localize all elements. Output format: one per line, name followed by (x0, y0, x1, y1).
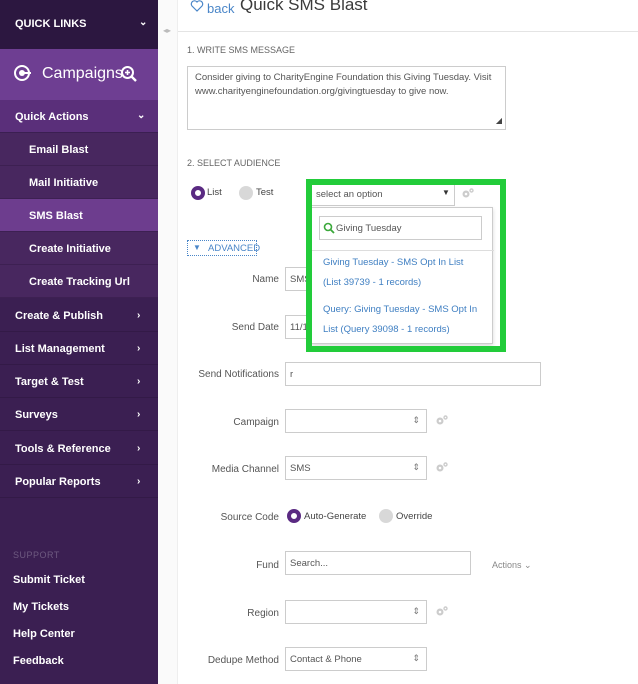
fund-placeholder: Search... (290, 558, 329, 569)
sidebar-item-label: Create Tracking Url (29, 276, 130, 288)
highlight-box (306, 179, 506, 352)
region-label: Region (247, 608, 279, 619)
updown-caret-icon: ⇕ (412, 606, 420, 616)
campaign-select[interactable]: ⇕ (285, 409, 427, 433)
support-heading: SUPPORT (13, 550, 60, 560)
chevron-right-icon: › (137, 476, 141, 487)
sidebar-item-create-initiative[interactable]: Create Initiative (0, 232, 158, 265)
audience-test-label: Test (256, 187, 274, 198)
sidebar-item-surveys[interactable]: Surveys › (0, 398, 158, 431)
header-divider (178, 31, 638, 32)
chevron-right-icon: › (137, 443, 141, 454)
sidebar-item-list-management[interactable]: List Management › (0, 332, 158, 365)
send-notifications-value: r (290, 369, 294, 380)
region-select[interactable]: ⇕ (285, 600, 427, 624)
chevron-down-icon: ⌄ (139, 17, 148, 28)
sidebar-item-popular-reports[interactable]: Popular Reports › (0, 465, 158, 498)
dedupe-method-select[interactable]: Contact & Phone ⇕ (285, 647, 427, 671)
name-label: Name (252, 274, 279, 285)
source-override-label: Override (396, 511, 433, 522)
campaigns-title: Campaigns (42, 65, 123, 82)
actions-dropdown[interactable]: Actions ⌄ (492, 560, 532, 571)
send-date-label: Send Date (231, 322, 279, 333)
sidebar-item-label: Mail Initiative (29, 177, 99, 189)
quick-actions-label: Quick Actions (15, 111, 89, 123)
sidebar-resize-handle[interactable]: ◂▸ (158, 0, 178, 684)
resize-grip-icon[interactable]: ◢ (496, 114, 502, 128)
sidebar-item-label: Email Blast (29, 144, 89, 156)
chevron-right-icon: › (137, 310, 141, 321)
source-auto-radio[interactable] (287, 509, 301, 523)
gear-icon[interactable] (435, 461, 449, 475)
audience-test-radio[interactable] (239, 186, 253, 200)
advanced-toggle[interactable]: ▼ ADVANCED (187, 240, 261, 256)
back-link[interactable]: back (207, 1, 234, 16)
step2-label: 2. SELECT AUDIENCE (187, 158, 281, 168)
chevron-down-icon: ⌄ (137, 110, 146, 121)
quick-links-label: QUICK LINKS (15, 18, 87, 30)
source-auto-label: Auto-Generate (304, 511, 367, 522)
sidebar-item-label: Create & Publish (15, 310, 104, 322)
heart-icon[interactable] (190, 0, 204, 13)
sidebar-item-create-publish[interactable]: Create & Publish › (0, 299, 158, 332)
step1-label: 1. WRITE SMS MESSAGE (187, 45, 296, 55)
updown-caret-icon: ⇕ (412, 415, 420, 425)
chevron-down-icon: ⌄ (524, 560, 532, 570)
zoom-in-icon[interactable] (120, 65, 138, 83)
chevron-right-icon: › (137, 343, 141, 354)
sidebar-item-create-tracking-url[interactable]: Create Tracking Url (0, 265, 158, 298)
sidebar-item-label: List Management (15, 343, 105, 355)
advanced-label: ADVANCED (208, 243, 261, 254)
sidebar-item-mail-initiative[interactable]: Mail Initiative (0, 166, 158, 199)
support-link-feedback[interactable]: Feedback (13, 655, 64, 667)
chevron-right-icon: › (137, 409, 141, 420)
campaigns-icon (14, 65, 31, 81)
media-channel-select[interactable]: SMS ⇕ (285, 456, 427, 480)
sidebar-item-label: Popular Reports (15, 476, 101, 488)
sidebar-item-label: Target & Test (15, 376, 84, 388)
fund-search-input[interactable]: Search... (285, 551, 471, 575)
updown-caret-icon: ⇕ (412, 462, 420, 472)
sidebar-item-target-test[interactable]: Target & Test › (0, 365, 158, 398)
triangle-down-icon: ▼ (193, 243, 201, 252)
audience-list-radio[interactable] (191, 186, 205, 200)
audience-list-label: List (207, 187, 222, 198)
quick-links-header[interactable]: QUICK LINKS ⌄ (0, 0, 158, 49)
sidebar-item-quick-actions[interactable]: Quick Actions ⌄ (0, 100, 158, 132)
updown-caret-icon: ⇕ (412, 653, 420, 663)
media-channel-value: SMS (290, 463, 311, 474)
support-link-submit-ticket[interactable]: Submit Ticket (13, 574, 85, 586)
chevron-right-icon: › (137, 376, 141, 387)
send-notifications-input[interactable]: r (285, 362, 541, 386)
gear-icon[interactable] (435, 605, 449, 619)
source-override-radio[interactable] (379, 509, 393, 523)
sms-message-textarea[interactable]: Consider giving to CharityEngine Foundat… (187, 66, 506, 130)
support-link-help-center[interactable]: Help Center (13, 628, 75, 640)
source-code-label: Source Code (220, 512, 279, 523)
sidebar-item-label: Create Initiative (29, 243, 111, 255)
sidebar: QUICK LINKS ⌄ Campaigns Quick Actions ⌄ … (0, 0, 158, 684)
sidebar-item-email-blast[interactable]: Email Blast (0, 133, 158, 166)
dedupe-method-value: Contact & Phone (290, 654, 362, 665)
sidebar-item-tools-reference[interactable]: Tools & Reference › (0, 432, 158, 465)
sms-message-text: Consider giving to CharityEngine Foundat… (195, 72, 492, 97)
dedupe-method-label: Dedupe Method (207, 655, 279, 666)
support-link-my-tickets[interactable]: My Tickets (13, 601, 69, 613)
sidebar-item-label: Tools & Reference (15, 443, 111, 455)
fund-label: Fund (256, 560, 279, 571)
gear-icon[interactable] (435, 414, 449, 428)
campaign-label: Campaign (233, 417, 279, 428)
actions-label: Actions (492, 560, 522, 570)
campaigns-section-header[interactable]: Campaigns (0, 49, 158, 100)
media-channel-label: Media Channel (211, 464, 279, 475)
page-title: Quick SMS Blast (240, 0, 368, 14)
resize-arrows-icon: ◂▸ (163, 26, 172, 35)
send-notifications-label: Send Notifications (198, 369, 279, 380)
sidebar-item-label: SMS Blast (29, 210, 83, 222)
sidebar-item-label: Surveys (15, 409, 58, 421)
sidebar-item-sms-blast[interactable]: SMS Blast (0, 199, 158, 232)
